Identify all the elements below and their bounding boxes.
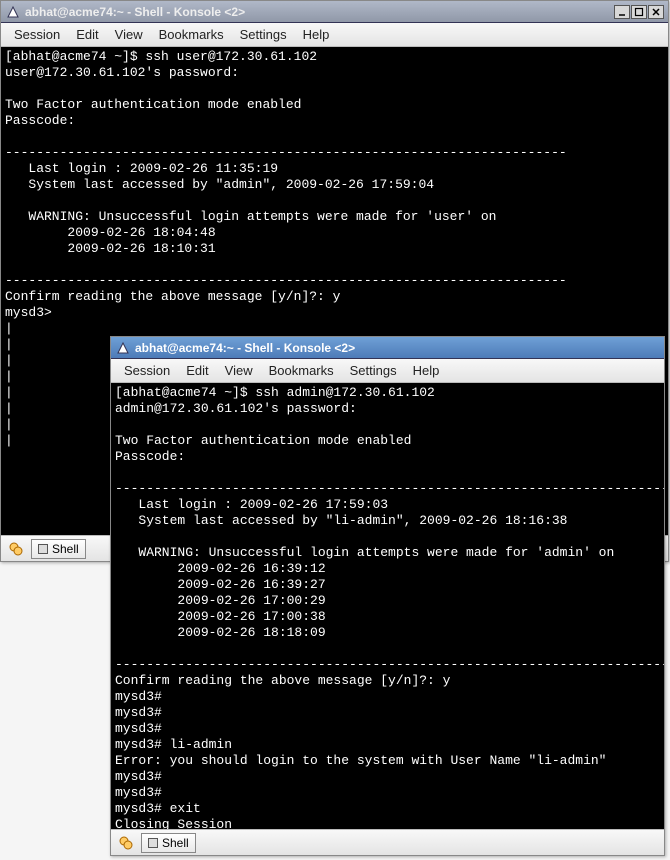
menu-settings[interactable]: Settings [343,361,404,380]
menu-view[interactable]: View [108,25,150,44]
menu-help[interactable]: Help [406,361,447,380]
app-menu-icon[interactable] [115,340,131,356]
app-menu-icon[interactable] [5,4,21,20]
titlebar[interactable]: abhat@acme74:~ - Shell - Konsole <2> [1,1,668,23]
maximize-button[interactable] [631,5,647,19]
menu-bookmarks[interactable]: Bookmarks [262,361,341,380]
tab-label: Shell [52,542,79,556]
tab-shell[interactable]: Shell [141,833,196,853]
new-tab-icon[interactable] [7,540,25,558]
menu-edit[interactable]: Edit [179,361,215,380]
menu-edit[interactable]: Edit [69,25,105,44]
menu-session[interactable]: Session [7,25,67,44]
minimize-button[interactable] [614,5,630,19]
statusbar: Shell [111,829,664,855]
menu-help[interactable]: Help [296,25,337,44]
window-controls [614,5,664,19]
tab-shell[interactable]: Shell [31,539,86,559]
new-tab-icon[interactable] [117,834,135,852]
window-title: abhat@acme74:~ - Shell - Konsole <2> [25,5,610,19]
menu-session[interactable]: Session [117,361,177,380]
menubar: Session Edit View Bookmarks Settings Hel… [111,359,664,383]
window-title: abhat@acme74:~ - Shell - Konsole <2> [135,341,660,355]
tab-indicator-icon [148,838,158,848]
menu-settings[interactable]: Settings [233,25,294,44]
terminal-output[interactable]: [abhat@acme74 ~]$ ssh admin@172.30.61.10… [111,383,664,829]
konsole-window-2: abhat@acme74:~ - Shell - Konsole <2> Ses… [110,336,665,856]
titlebar[interactable]: abhat@acme74:~ - Shell - Konsole <2> [111,337,664,359]
menu-bookmarks[interactable]: Bookmarks [152,25,231,44]
tab-indicator-icon [38,544,48,554]
tab-label: Shell [162,836,189,850]
close-button[interactable] [648,5,664,19]
menu-view[interactable]: View [218,361,260,380]
menubar: Session Edit View Bookmarks Settings Hel… [1,23,668,47]
